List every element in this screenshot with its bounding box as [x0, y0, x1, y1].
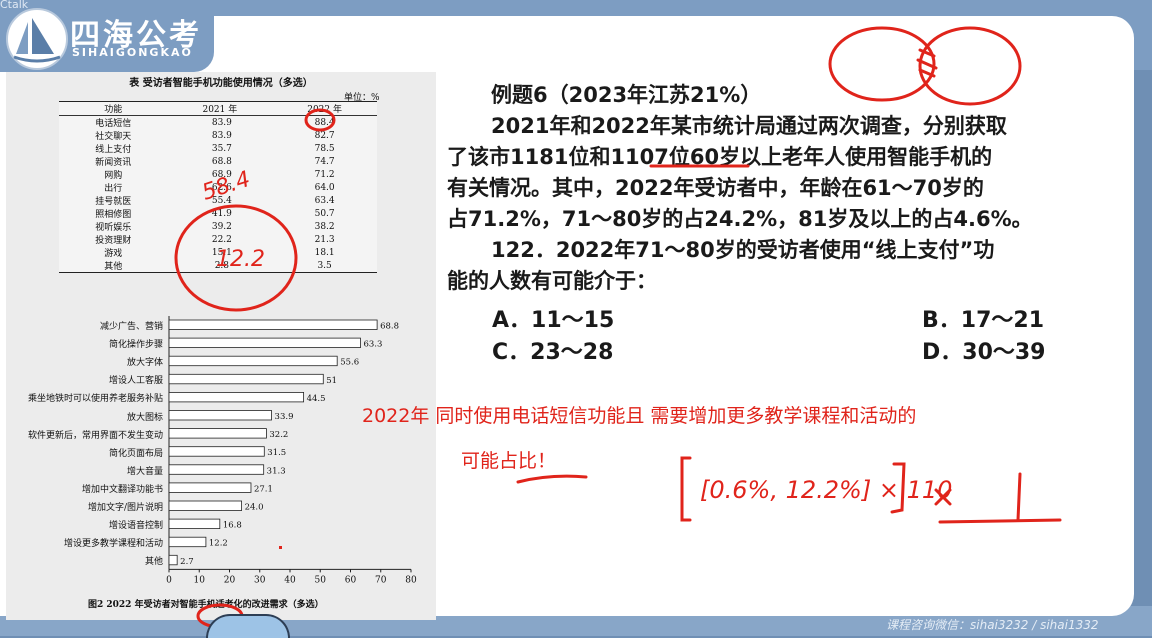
option-b[interactable]: B．17～21	[922, 302, 1044, 334]
bar	[168, 554, 178, 566]
bar	[168, 518, 221, 530]
bar	[168, 536, 207, 548]
question-line: 2021年和2022年某市统计局通过两次调查，分别获取	[491, 114, 1007, 138]
bar-value-label: 33.9	[275, 412, 294, 422]
bar	[168, 410, 272, 421]
bar-value-label: 12.2	[209, 539, 228, 549]
x-tick-label: 40	[284, 575, 296, 585]
bar	[168, 391, 305, 403]
bar	[168, 482, 252, 493]
bar-value-label: 68.8	[380, 322, 399, 332]
x-tick-label: 60	[345, 575, 357, 585]
x-tick-label: 0	[166, 575, 172, 585]
footer-watermark: 课程咨询微信：sihai3232 / sihai1332	[886, 618, 1099, 632]
bar	[168, 337, 361, 349]
bar-value-label: 51	[326, 376, 337, 386]
x-tick-label: 20	[224, 575, 236, 585]
logo: 四海公考 SIHAIGONGKAO	[6, 6, 226, 70]
bar-value-label: 63.3	[363, 340, 382, 350]
bar-value-label: 27.1	[254, 484, 273, 494]
annotation-note: 2022年 同时使用电话短信功能且 需要增加更多教学课程和活动的	[362, 405, 917, 427]
bar	[168, 319, 378, 330]
question-line: 有关情况。其中，2022年受访者中，年龄在61～70岁的	[447, 176, 984, 200]
bar-value-label: 2.7	[180, 557, 194, 567]
bar	[168, 428, 267, 439]
bar-value-label: 31.5	[267, 448, 286, 458]
bar	[168, 464, 265, 475]
option-c[interactable]: C．23～28	[492, 334, 613, 366]
sail-logo-icon	[6, 8, 68, 70]
x-tick-label: 70	[375, 575, 387, 585]
bar	[168, 373, 324, 385]
x-tick-label: 50	[315, 575, 327, 585]
bar	[168, 446, 265, 457]
bar-value-label: 31.3	[267, 466, 286, 476]
question-line: 占71.2%，71～80岁的占24.2%，81岁及以上的占4.6%。	[447, 207, 1033, 231]
bar-value-label: 16.8	[223, 521, 242, 531]
x-tick-label: 30	[254, 575, 266, 585]
bar	[168, 500, 242, 511]
chart-caption: 图2 2022 年受访者对智能手机适老化的改进需求（多选）	[88, 600, 324, 610]
avatar	[206, 614, 290, 638]
bar-value-label: 32.2	[269, 430, 288, 440]
bar-value-label: 44.5	[307, 394, 326, 404]
question-line: 了该市1181位和1107位60岁以上老年人使用智能手机的	[447, 145, 993, 169]
bar	[168, 355, 338, 367]
option-a[interactable]: A．11～15	[492, 302, 614, 334]
option-d[interactable]: D．30～39	[922, 334, 1046, 366]
logo-subtitle: SIHAIGONGKAO	[72, 46, 193, 59]
bar-chart: 0 10 20 30 40 50 60 70 80 68.8 63.3 55.65144.5 33.9 3…	[166, 316, 417, 585]
x-tick-label: 10	[194, 575, 206, 585]
question-title: 例题6（2023年江苏21%）	[491, 83, 762, 107]
bar-value-label: 55.6	[340, 358, 359, 368]
annotation-note: 可能占比！	[461, 450, 557, 472]
bar-value-label: 24.0	[245, 503, 264, 513]
question-line: 122．2022年71～80岁的受访者使用“线上支付”功	[491, 238, 995, 262]
question-line: 能的人数有可能介于：	[447, 269, 657, 293]
x-tick-label: 80	[405, 575, 417, 585]
scanned-document: 表 受访者智能手机功能使用情况（多选） 单位：% 功能 2021 年 2022 …	[6, 72, 436, 620]
